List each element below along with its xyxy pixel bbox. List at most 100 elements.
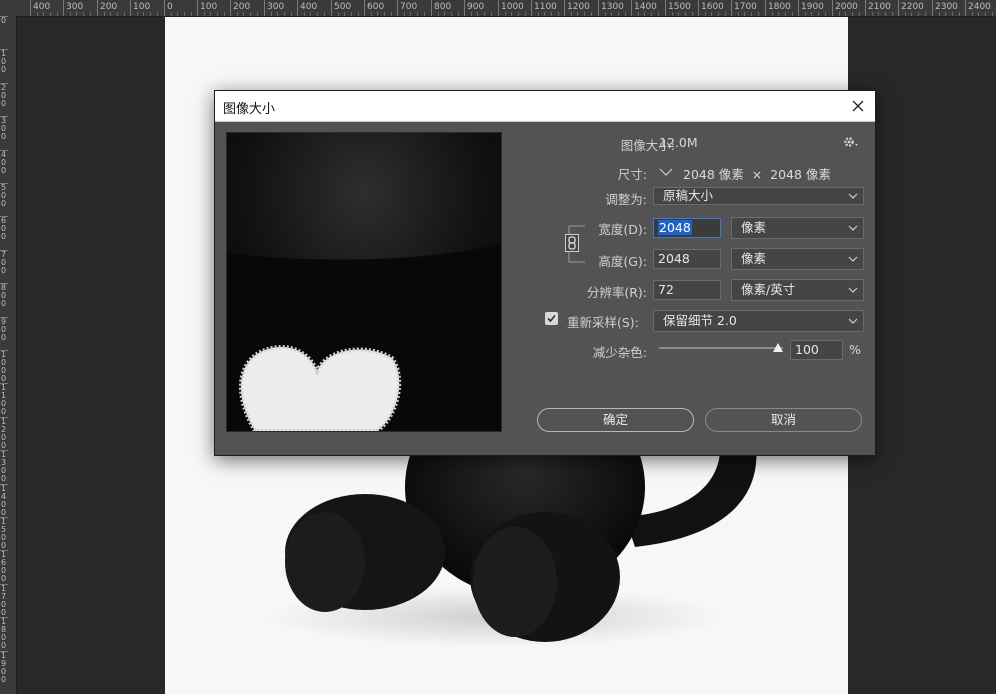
settings-gear-button[interactable]	[843, 135, 861, 152]
width-unit-dropdown[interactable]: 像素	[731, 217, 864, 239]
ruler-minor-tick	[303, 12, 305, 16]
ruler-minor-tick	[771, 12, 773, 16]
vertical-ruler: 0 100 200 300 400 500 600 700 800 900 1000 1100 1200…	[0, 16, 17, 694]
ruler-minor-tick	[778, 12, 780, 16]
reduce-noise-slider-thumb[interactable]	[772, 342, 784, 357]
ruler-minor-tick	[444, 12, 446, 16]
ruler-tick-label: 700	[397, 0, 417, 16]
ruler-minor-tick	[190, 12, 192, 16]
ruler-minor-tick	[577, 12, 579, 16]
fit-to-value: 原稿大小	[663, 188, 714, 203]
ruler-minor-tick	[384, 12, 386, 16]
ruler-tick-label: 500	[0, 183, 8, 208]
resample-checkbox[interactable]	[545, 312, 558, 325]
image-size-value: 12.0M	[659, 135, 698, 150]
ruler-minor-tick	[751, 12, 753, 16]
ruler-minor-tick	[918, 12, 920, 16]
dialog-titlebar[interactable]: 图像大小	[215, 91, 875, 122]
close-icon	[852, 100, 864, 112]
ruler-minor-tick	[924, 12, 926, 16]
ruler-minor-tick	[210, 12, 212, 16]
ruler-tick-label: 600	[0, 216, 8, 241]
width-input[interactable]: 2048	[653, 218, 721, 238]
ruler-minor-tick	[477, 12, 479, 16]
height-unit-dropdown[interactable]: 像素	[731, 248, 864, 270]
height-input[interactable]: 2048	[653, 249, 721, 269]
reduce-noise-label: 减少杂色:	[592, 345, 647, 360]
ruler-minor-tick	[671, 12, 673, 16]
ruler-minor-tick	[838, 12, 840, 16]
ruler-minor-tick	[711, 12, 713, 16]
reduce-noise-input[interactable]: 100	[790, 340, 843, 360]
ruler-tick-label: 800	[431, 0, 451, 16]
ruler-minor-tick	[484, 12, 486, 16]
ruler-minor-tick	[410, 12, 412, 16]
ruler-minor-tick	[744, 12, 746, 16]
reduce-noise-slider[interactable]	[659, 347, 783, 349]
ruler-minor-tick	[103, 12, 105, 16]
ruler-tick-label: 1500	[0, 517, 8, 550]
resample-method-value: 保留细节 2.0	[663, 313, 737, 328]
ruler-tick-label: 100	[0, 49, 8, 74]
ruler-minor-tick	[858, 12, 860, 16]
chevron-down-icon	[848, 318, 858, 324]
ruler-tick-label: 100	[197, 0, 217, 16]
ruler-minor-tick	[403, 12, 405, 16]
ruler-minor-tick	[83, 12, 85, 16]
ruler-tick-label: 1800	[0, 617, 8, 650]
ruler-minor-tick	[156, 12, 158, 16]
ruler-minor-tick	[143, 12, 145, 16]
ruler-tick-label: 900	[464, 0, 484, 16]
image-size-dialog: 图像大小 图像大小: 12.0M 尺寸: 2048 像素 × 2048 像素 调…	[214, 90, 876, 456]
ruler-tick-label: 600	[364, 0, 384, 16]
resolution-label: 分辨率(R):	[586, 285, 647, 300]
ruler-minor-tick	[69, 12, 71, 16]
ruler-minor-tick	[718, 12, 720, 16]
resample-method-dropdown[interactable]: 保留细节 2.0	[653, 310, 864, 332]
close-button[interactable]	[847, 95, 869, 117]
ruler-minor-tick	[570, 12, 572, 16]
ruler-tick-label: 1100	[0, 383, 8, 416]
ruler-minor-tick	[117, 12, 119, 16]
ruler-minor-tick	[270, 12, 272, 16]
ruler-minor-tick	[284, 12, 286, 16]
ruler-minor-tick	[985, 12, 987, 16]
ruler-tick-label: 0	[0, 16, 8, 25]
ok-button[interactable]: 确定	[537, 408, 694, 432]
cancel-button[interactable]: 取消	[705, 408, 862, 432]
ruler-tick-label: 1700	[0, 584, 8, 617]
ruler-minor-tick	[357, 12, 359, 16]
ruler-minor-tick	[818, 12, 820, 16]
ruler-minor-tick	[290, 12, 292, 16]
ruler-minor-tick	[351, 12, 353, 16]
ruler-minor-tick	[618, 12, 620, 16]
ruler-minor-tick	[938, 12, 940, 16]
horizontal-ruler: 400 300 200 100 0 100 200 300 400 500 600 700 800 900…	[0, 0, 996, 17]
chevron-down-icon	[848, 287, 858, 293]
ruler-minor-tick	[50, 12, 52, 16]
ruler-tick-label: 900	[0, 317, 8, 342]
resolution-unit-dropdown[interactable]: 像素/英寸	[731, 279, 864, 301]
dialog-title: 图像大小	[223, 102, 276, 117]
ruler-tick-label: 1600	[0, 550, 8, 583]
ruler-minor-tick	[184, 12, 186, 16]
ruler-minor-tick	[177, 12, 179, 16]
ruler-minor-tick	[150, 12, 152, 16]
ruler-minor-tick	[811, 12, 813, 16]
dimensions-toggle[interactable]	[658, 164, 674, 180]
fit-to-label: 调整为:	[605, 192, 647, 207]
ruler-minor-tick	[76, 12, 78, 16]
ruler-minor-tick	[470, 12, 472, 16]
resolution-input[interactable]: 72	[653, 280, 721, 300]
ruler-tick-label: 300	[63, 0, 83, 16]
resample-label: 重新采样(S):	[567, 315, 639, 330]
ruler-minor-tick	[678, 12, 680, 16]
image-preview[interactable]	[226, 132, 502, 432]
ruler-minor-tick	[504, 12, 506, 16]
ruler-minor-tick	[551, 12, 553, 16]
dimensions-label: 尺寸:	[617, 167, 647, 182]
cancel-label: 取消	[770, 412, 796, 427]
fit-to-dropdown[interactable]: 原稿大小	[653, 187, 864, 205]
ruler-tick-label: 500	[331, 0, 351, 16]
ruler-minor-tick	[217, 12, 219, 16]
